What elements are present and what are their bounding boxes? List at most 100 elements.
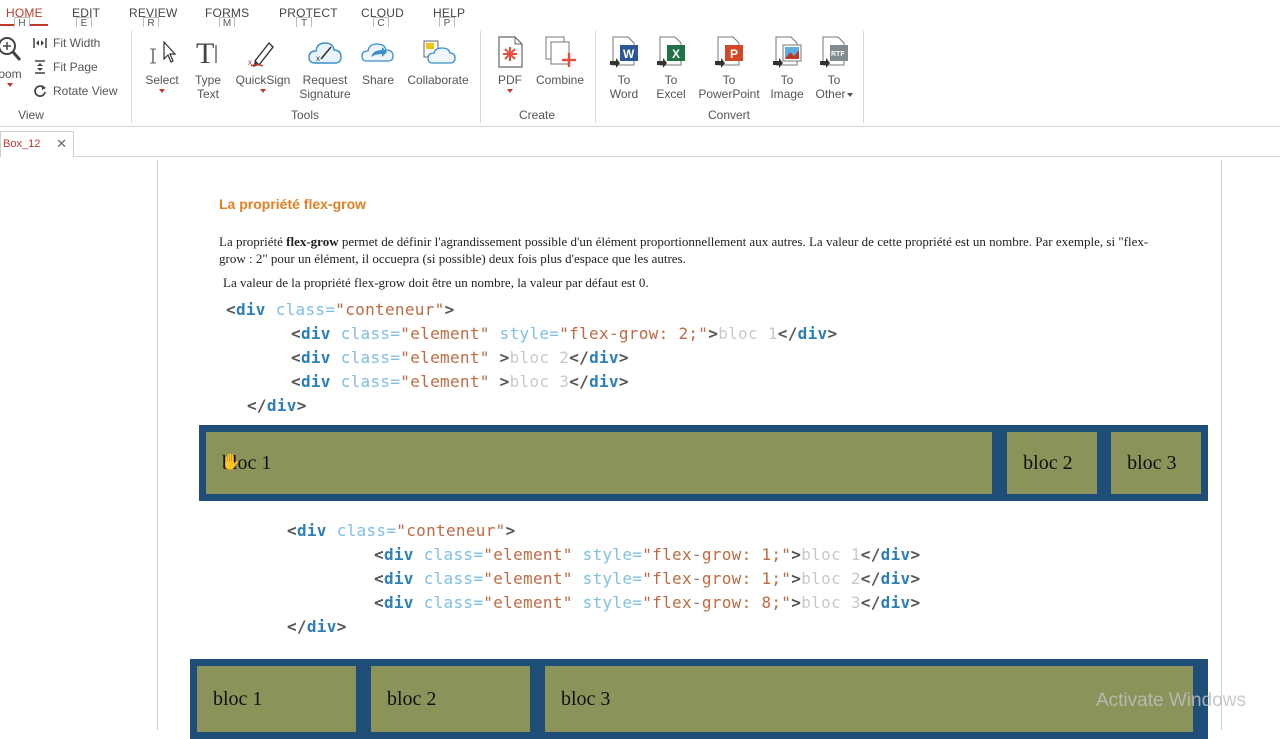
group-divider bbox=[131, 31, 132, 123]
type-text-icon: T bbox=[196, 37, 217, 69]
collaborate-button[interactable]: Collaborate bbox=[403, 37, 473, 87]
pen-sign-icon: x bbox=[248, 41, 274, 67]
code-line: <div class="conteneur"> bbox=[287, 521, 516, 540]
rtf-file-icon: RTF bbox=[820, 36, 848, 68]
code-line: <div class="element" style="flex-grow: 8… bbox=[374, 593, 921, 612]
svg-text:W: W bbox=[623, 47, 635, 61]
activation-watermark: Activate Windows bbox=[1096, 690, 1246, 711]
flex-item: bloc 2 bbox=[371, 666, 530, 732]
to-word-button[interactable]: W To Word bbox=[604, 35, 644, 101]
para-bold-term: flex-grow bbox=[286, 234, 339, 249]
flex-item: bloc 1 bbox=[206, 432, 993, 494]
cloud-signature-icon: x bbox=[308, 42, 342, 64]
group-divider bbox=[863, 31, 864, 123]
image-file-icon bbox=[773, 36, 802, 68]
to-image-button[interactable]: To Image bbox=[766, 35, 808, 101]
select-cursor-icon bbox=[150, 40, 177, 64]
code-line: <div class="conteneur"> bbox=[226, 300, 455, 319]
para-text-a: La propriété bbox=[219, 234, 287, 249]
pdf-label: PDF bbox=[498, 73, 522, 87]
chevron-down-icon bbox=[159, 89, 165, 93]
chevron-down-icon bbox=[7, 83, 13, 87]
document-tab-label: Box_12 bbox=[3, 138, 41, 150]
group-divider bbox=[595, 31, 596, 123]
hand-cursor-icon: ✋ bbox=[221, 454, 241, 471]
svg-text:x: x bbox=[316, 54, 320, 63]
fit-page-icon bbox=[35, 60, 45, 74]
fit-page-button[interactable]: Fit Page bbox=[33, 60, 98, 74]
svg-text:x: x bbox=[248, 58, 252, 67]
to-excel-button[interactable]: X To Excel bbox=[651, 35, 691, 101]
quicksign-button[interactable]: x QuickSign bbox=[232, 37, 294, 93]
create-pdf-button[interactable]: PDF bbox=[493, 35, 527, 93]
rotate-view-button[interactable]: Rotate View bbox=[33, 84, 117, 98]
chevron-down-icon bbox=[507, 89, 513, 93]
pdf-page: La propriété flex-grow La propriété flex… bbox=[157, 160, 1222, 739]
flex-item: bloc 2 bbox=[1007, 432, 1098, 494]
rotate-icon bbox=[34, 85, 46, 97]
flex-item: bloc 1 bbox=[197, 666, 356, 732]
ribbon: oom Fit Width Fit Page Rotate View View … bbox=[0, 27, 1280, 127]
zoom-label: oom bbox=[0, 67, 22, 81]
to-excel-label-2: Excel bbox=[656, 87, 686, 101]
code-line: <div class="element" >bloc 3</div> bbox=[291, 372, 629, 391]
zoom-icon bbox=[0, 37, 22, 61]
zoom-button[interactable]: oom bbox=[0, 35, 24, 87]
code-line: </div> bbox=[247, 396, 307, 415]
collaborate-icon bbox=[423, 40, 456, 64]
to-powerpoint-label-1: To bbox=[722, 73, 736, 87]
type-text-button[interactable]: T Type Text bbox=[190, 37, 226, 101]
section-title: La propriété flex-grow bbox=[219, 196, 367, 212]
type-text-label-2: Text bbox=[196, 87, 219, 101]
code-line: </div> bbox=[287, 617, 347, 636]
tools-group-label: Tools bbox=[290, 108, 319, 122]
flex-demo-2: bloc 1 bloc 2 bloc 3 bbox=[190, 659, 1208, 739]
group-divider bbox=[480, 31, 481, 123]
share-icon bbox=[361, 43, 394, 62]
view-group-label: View bbox=[18, 108, 44, 122]
document-tab[interactable]: Box_12 ✕ bbox=[0, 131, 74, 157]
svg-text:P: P bbox=[730, 47, 738, 61]
to-word-label-2: Word bbox=[609, 87, 639, 101]
request-label-2: Signature bbox=[299, 87, 351, 101]
word-file-icon: W bbox=[610, 36, 638, 68]
share-button[interactable]: Share bbox=[358, 37, 398, 87]
share-label: Share bbox=[361, 73, 395, 87]
rotate-view-label: Rotate View bbox=[53, 84, 118, 98]
quicksign-label: QuickSign bbox=[235, 73, 291, 87]
ribbon-tab-bar: HOME EDIT REVIEW FORMS PROTECT CLOUD HEL… bbox=[0, 0, 1280, 31]
combine-button[interactable]: Combine bbox=[533, 35, 587, 87]
request-label-1: Request bbox=[302, 73, 348, 87]
svg-text:X: X bbox=[672, 47, 680, 61]
type-text-label-1: Type bbox=[194, 73, 221, 87]
code-line: <div class="element" style="flex-grow: 1… bbox=[374, 545, 921, 564]
svg-text:T: T bbox=[196, 37, 214, 69]
create-group-label: Create bbox=[518, 108, 556, 122]
convert-group-label: Convert bbox=[707, 108, 751, 122]
paragraph-description: La propriété flex-grow permet de définir… bbox=[219, 233, 1169, 267]
code-line: <div class="element" >bloc 2</div> bbox=[291, 348, 629, 367]
to-word-label-1: To bbox=[617, 73, 631, 87]
pdf-file-icon bbox=[498, 36, 523, 68]
flex-item: bloc 3 bbox=[1111, 432, 1201, 494]
to-other-button[interactable]: RTF To Other bbox=[810, 35, 858, 101]
close-icon[interactable]: ✕ bbox=[56, 132, 67, 156]
document-tab-bar: Box_12 ✕ bbox=[0, 127, 1280, 157]
request-signature-button[interactable]: x Request Signature bbox=[296, 37, 354, 101]
chevron-down-icon bbox=[846, 92, 853, 97]
fit-width-button[interactable]: Fit Width bbox=[33, 36, 100, 50]
to-powerpoint-label-2: PowerPoint bbox=[698, 87, 760, 101]
chevron-down-icon bbox=[260, 89, 266, 93]
powerpoint-file-icon: P bbox=[715, 36, 743, 68]
to-other-label-2: Other bbox=[815, 87, 846, 101]
combine-label: Combine bbox=[535, 73, 585, 87]
excel-file-icon: X bbox=[657, 36, 685, 68]
svg-text:RTF: RTF bbox=[831, 51, 845, 58]
select-button[interactable]: Select bbox=[142, 39, 182, 93]
to-powerpoint-button[interactable]: P To PowerPoint bbox=[694, 35, 764, 101]
code-line: <div class="element" style="flex-grow: 2… bbox=[291, 324, 838, 343]
to-other-label-1: To bbox=[827, 73, 841, 87]
code-line: <div class="element" style="flex-grow: 1… bbox=[374, 569, 921, 588]
fit-page-label: Fit Page bbox=[53, 60, 98, 74]
select-label: Select bbox=[145, 73, 179, 87]
